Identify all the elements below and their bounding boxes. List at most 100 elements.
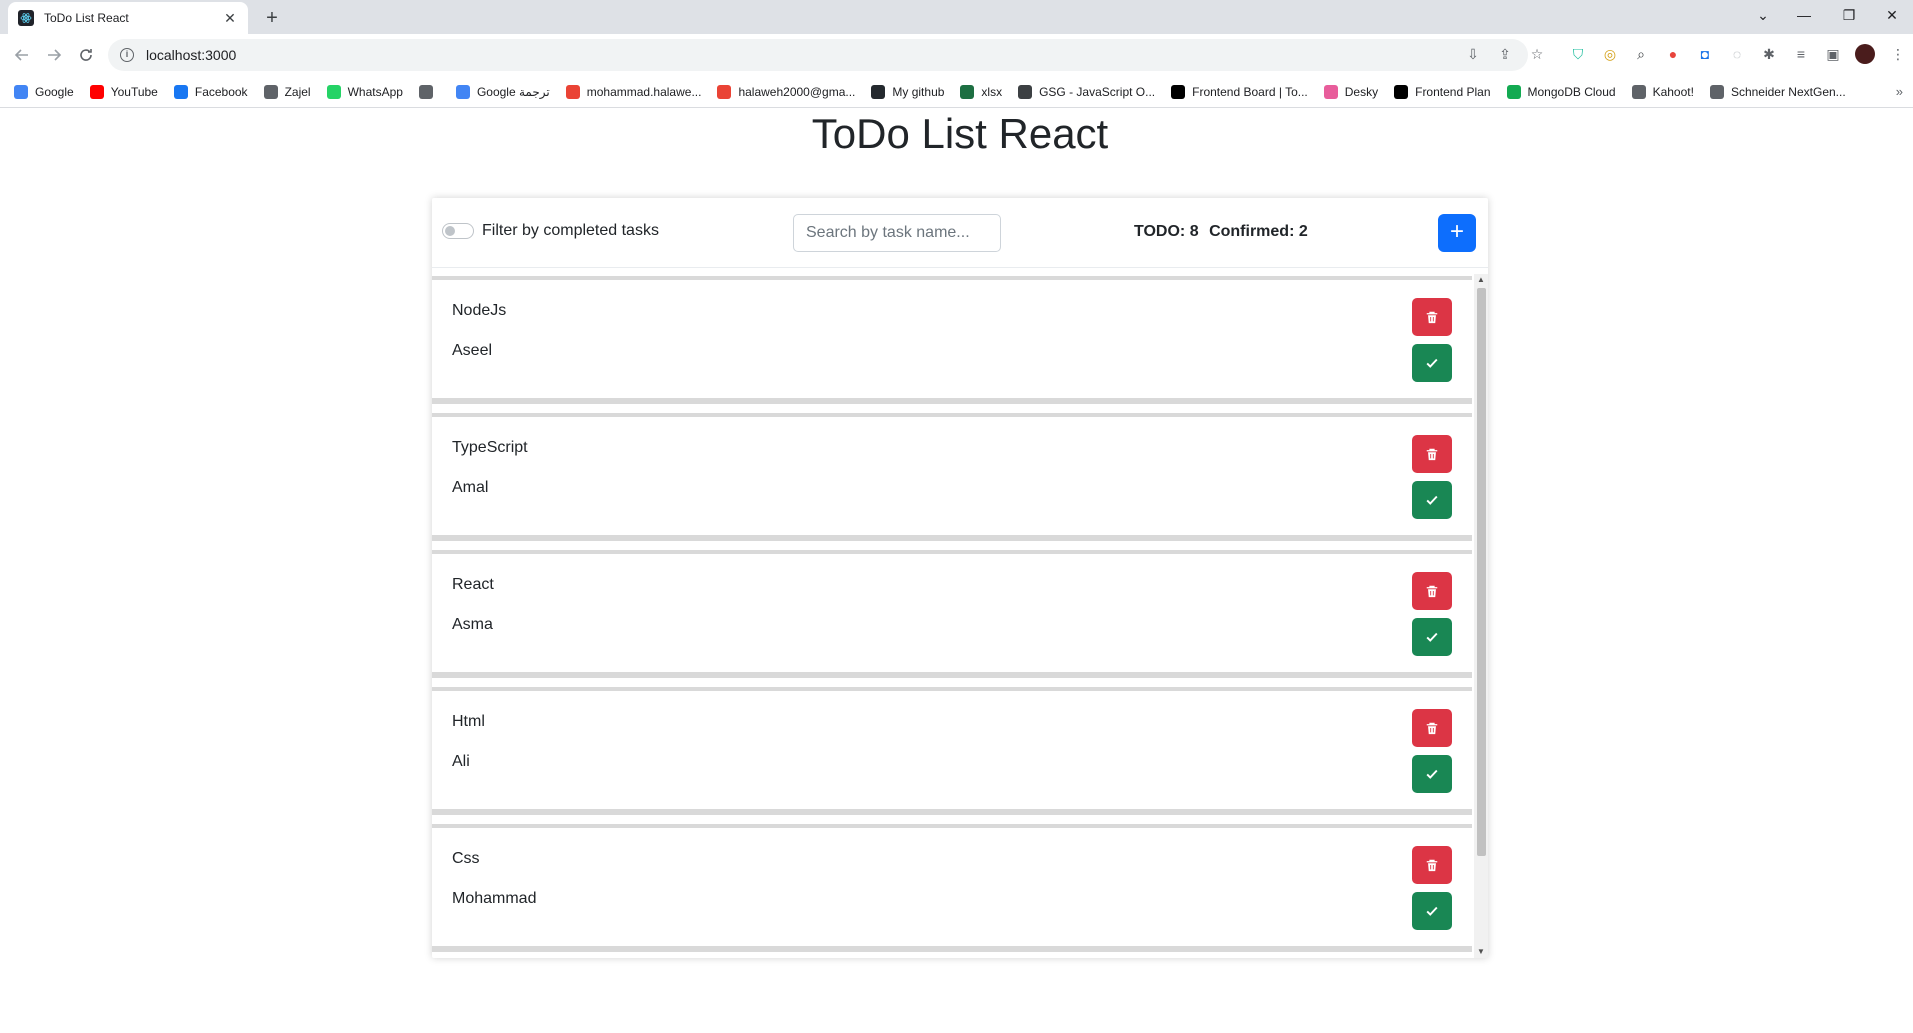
scroll-thumb[interactable] bbox=[1477, 288, 1486, 856]
whatsapp-icon bbox=[326, 84, 341, 99]
tab-close-icon[interactable]: ✕ bbox=[222, 10, 238, 27]
task-name: Css bbox=[452, 850, 480, 867]
bookmark-item[interactable]: Schneider NextGen... bbox=[1709, 84, 1846, 99]
bookmark-item[interactable]: Zajel bbox=[263, 84, 311, 99]
new-tab-button[interactable]: + bbox=[258, 4, 286, 32]
task-name: TypeScript bbox=[452, 439, 528, 456]
bookmark-item[interactable]: Facebook bbox=[173, 84, 248, 99]
profile-avatar[interactable] bbox=[1855, 44, 1875, 64]
mongodb-icon bbox=[1506, 84, 1521, 99]
minimize-button[interactable]: — bbox=[1782, 0, 1826, 30]
browser-tab-bar: ToDo List React ✕ + ⌄ — ❐ ✕ bbox=[0, 0, 1913, 34]
gmail-icon bbox=[565, 84, 580, 99]
extension-blue-icon[interactable]: ◘ bbox=[1695, 44, 1715, 64]
complete-task-button[interactable] bbox=[1412, 481, 1452, 519]
task-search-input[interactable] bbox=[793, 214, 1001, 252]
bookmark-item[interactable]: YouTube bbox=[89, 84, 158, 99]
task-name: Html bbox=[452, 713, 485, 730]
delete-task-button[interactable] bbox=[1412, 709, 1452, 747]
bookmark-item[interactable]: Google bbox=[14, 84, 74, 99]
back-arrow-icon bbox=[14, 49, 28, 61]
install-app-icon[interactable]: ⇩ bbox=[1463, 44, 1483, 64]
bookmark-star-icon[interactable]: ☆ bbox=[1527, 44, 1547, 64]
share-icon[interactable]: ⇪ bbox=[1495, 44, 1515, 64]
extension-color-icon[interactable]: ● bbox=[1663, 44, 1683, 64]
delete-task-button[interactable] bbox=[1412, 572, 1452, 610]
complete-task-button[interactable] bbox=[1412, 892, 1452, 930]
browser-menu-icon[interactable]: ⋮ bbox=[1888, 44, 1908, 64]
scroll-down-arrow-icon[interactable]: ▼ bbox=[1474, 946, 1488, 958]
bookmark-item[interactable]: mohammad.halawe... bbox=[565, 84, 701, 99]
page-title: ToDo List React bbox=[811, 110, 1109, 157]
bookmark-item[interactable]: Desky bbox=[1323, 84, 1379, 99]
bookmark-item[interactable]: xlsx bbox=[960, 84, 1002, 99]
delete-task-button[interactable] bbox=[1412, 846, 1452, 884]
bookmark-item[interactable]: Frontend Plan bbox=[1394, 84, 1491, 99]
extension-lens-icon[interactable]: ⌕ bbox=[1631, 44, 1651, 64]
globe-icon bbox=[1631, 84, 1646, 99]
reading-list-icon[interactable]: ≡ bbox=[1791, 44, 1811, 64]
translate-icon bbox=[455, 84, 470, 99]
extension-coin-icon[interactable]: ◎ bbox=[1600, 44, 1620, 64]
browser-tab[interactable]: ToDo List React ✕ bbox=[8, 2, 248, 34]
task-assignee: Amal bbox=[452, 479, 489, 496]
task-assignee: Asma bbox=[452, 616, 493, 633]
reload-button[interactable] bbox=[72, 41, 100, 69]
close-window-button[interactable]: ✕ bbox=[1870, 0, 1913, 30]
bookmark-label: MongoDB Cloud bbox=[1527, 84, 1616, 99]
site-info-icon[interactable]: i bbox=[120, 48, 134, 62]
bookmark-item[interactable]: My github bbox=[871, 84, 944, 99]
trash-icon bbox=[1425, 310, 1439, 324]
todo-card: Filter by completed tasks TODO: 8 Confir… bbox=[432, 198, 1488, 958]
task-list-scrollbar[interactable]: ▲ ▼ bbox=[1474, 274, 1488, 958]
tab-search-icon[interactable]: ⌄ bbox=[1741, 0, 1785, 30]
extension-grey-icon[interactable]: ◌ bbox=[1727, 44, 1747, 64]
bookmark-label: Desky bbox=[1344, 84, 1379, 99]
bookmark-item[interactable]: Kahoot! bbox=[1631, 84, 1694, 99]
confirmed-count: Confirmed: 2 bbox=[1209, 223, 1308, 240]
page-content: ToDo List React Filter by completed task… bbox=[0, 108, 1913, 1033]
bookmark-label: Frontend Plan bbox=[1415, 84, 1491, 99]
url-text: localhost:3000 bbox=[146, 47, 237, 63]
restore-button[interactable]: ❐ bbox=[1827, 0, 1871, 30]
bookmark-item[interactable]: Frontend Board | To... bbox=[1171, 84, 1308, 99]
bookmark-item[interactable]: halaweh2000@gma... bbox=[717, 84, 855, 99]
trash-icon bbox=[1425, 584, 1439, 598]
task-assignee: Mohammad bbox=[452, 890, 537, 907]
complete-task-button[interactable] bbox=[1412, 618, 1452, 656]
complete-task-button[interactable] bbox=[1412, 755, 1452, 793]
delete-task-button[interactable] bbox=[1412, 298, 1452, 336]
browser-toolbar: i localhost:3000 ⇩ ⇪ ☆ ⛉ ◎ ⌕ ● ◘ ◌ ✱ ≡ ▣… bbox=[0, 34, 1913, 76]
extension-shield-icon[interactable]: ⛉ bbox=[1568, 44, 1588, 64]
back-button[interactable] bbox=[8, 41, 36, 69]
complete-task-button[interactable] bbox=[1412, 344, 1452, 382]
delete-task-button[interactable] bbox=[1412, 435, 1452, 473]
task-counters: TODO: 8 Confirmed: 2 bbox=[1134, 223, 1314, 241]
bookmark-item[interactable]: Google ترجمة bbox=[455, 84, 550, 99]
check-icon bbox=[1425, 493, 1439, 507]
bookmark-label: GSG - JavaScript O... bbox=[1039, 84, 1156, 99]
scroll-up-arrow-icon[interactable]: ▲ bbox=[1474, 274, 1488, 286]
completed-filter-toggle[interactable] bbox=[442, 223, 474, 239]
side-panel-icon[interactable]: ▣ bbox=[1823, 44, 1843, 64]
bookmarks-overflow-icon[interactable]: » bbox=[1896, 84, 1903, 99]
facebook-icon bbox=[173, 84, 188, 99]
classroom-icon bbox=[1018, 84, 1033, 99]
bookmark-item[interactable]: GSG - JavaScript O... bbox=[1018, 84, 1156, 99]
add-task-button[interactable]: + bbox=[1438, 214, 1476, 252]
extensions-puzzle-icon[interactable]: ✱ bbox=[1759, 44, 1779, 64]
address-bar[interactable]: i localhost:3000 bbox=[108, 39, 1528, 71]
forward-arrow-icon bbox=[48, 49, 62, 61]
forward-button[interactable] bbox=[40, 41, 68, 69]
trash-icon bbox=[1425, 447, 1439, 461]
bookmark-item[interactable]: WhatsApp bbox=[326, 84, 403, 99]
reload-icon bbox=[80, 49, 92, 61]
bookmark-label: YouTube bbox=[110, 84, 158, 99]
trash-icon bbox=[1425, 858, 1439, 872]
task-assignee: Ali bbox=[452, 753, 470, 770]
task-name: NodeJs bbox=[452, 302, 507, 319]
bookmark-item[interactable]: MongoDB Cloud bbox=[1506, 84, 1616, 99]
bookmark-label: Google ترجمة bbox=[476, 84, 550, 99]
github-icon bbox=[871, 84, 886, 99]
bookmark-item[interactable] bbox=[418, 84, 440, 99]
